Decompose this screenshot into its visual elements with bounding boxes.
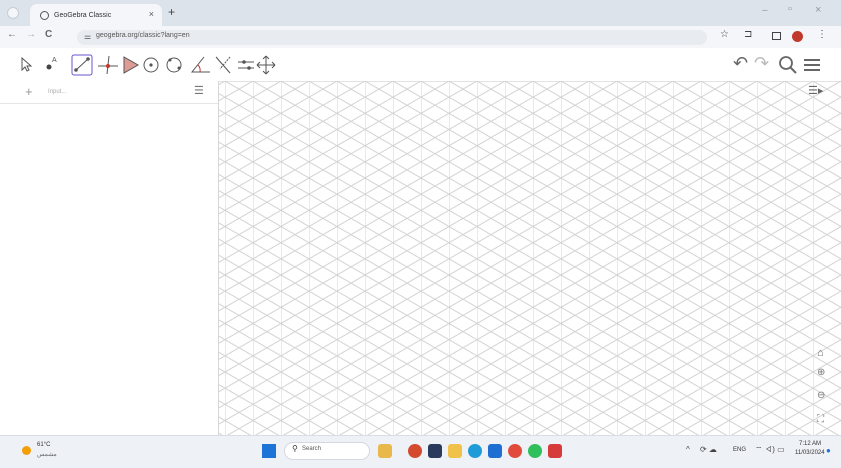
notification-bell-icon[interactable]: ● [826, 446, 831, 455]
taskbar-store-icon[interactable] [428, 444, 442, 458]
isometric-grid [219, 81, 841, 435]
weather-temperature[interactable]: 61°C [37, 442, 50, 448]
line-tool-icon[interactable] [71, 54, 93, 76]
point-tool-icon[interactable]: A [46, 57, 58, 70]
taskbar-file-explorer-icon[interactable] [448, 444, 462, 458]
search-icon[interactable] [778, 55, 798, 75]
taskbar-chrome-icon[interactable] [508, 444, 522, 458]
new-tab-button[interactable]: + [168, 5, 175, 19]
svg-text:A: A [52, 57, 57, 64]
fullscreen-icon[interactable]: ⛶ [817, 414, 824, 425]
algebra-input-field[interactable]: Input... [48, 89, 66, 95]
reading-list-icon[interactable] [772, 32, 781, 40]
profile-avatar[interactable] [792, 31, 803, 42]
windows-start-icon[interactable] [262, 444, 276, 458]
site-info-icon[interactable]: ⚌ [84, 32, 91, 41]
redo-icon[interactable]: ↷ [754, 53, 769, 74]
graphics-view[interactable] [219, 81, 841, 435]
back-button[interactable]: ← [7, 29, 17, 40]
algebra-view [0, 81, 219, 435]
clock-time[interactable]: 7:12 AM [799, 441, 821, 447]
network-volume-battery-icons[interactable]: ⌔ ◃) ▭ [755, 445, 785, 455]
tab-list-button[interactable] [7, 7, 19, 19]
graphics-style-bar-icon[interactable]: ☰▸ [808, 84, 823, 97]
angle-tool-icon[interactable] [190, 56, 210, 73]
tab-title: GeoGebra Classic [54, 11, 112, 19]
tray-icons[interactable]: ⟳ ☁ [700, 445, 717, 454]
weather-condition: مشمس [37, 452, 57, 458]
zoom-out-icon[interactable]: ⊖ [817, 390, 825, 401]
circle-3pt-tool-icon[interactable] [166, 57, 182, 73]
maximize-button[interactable]: ▫ [788, 3, 792, 15]
tray-overflow-icon[interactable]: ^ [686, 445, 690, 454]
main-menu-icon[interactable] [803, 57, 821, 73]
geogebra-favicon-icon [40, 10, 49, 20]
undo-icon[interactable]: ↶ [733, 53, 748, 74]
forward-button[interactable]: → [26, 29, 36, 40]
add-item-icon[interactable]: + [25, 84, 33, 99]
input-language[interactable]: ENG [733, 447, 746, 453]
reflect-tool-icon[interactable] [215, 56, 231, 74]
move-tool-icon[interactable] [21, 56, 33, 72]
home-icon[interactable]: ⌂ [817, 347, 824, 359]
url-text[interactable]: geogebra.org/classic?lang=en [96, 32, 190, 39]
circle-tool-icon[interactable] [143, 57, 159, 73]
move-graphics-tool-icon[interactable] [256, 55, 276, 75]
taskbar-widgets-icon[interactable] [378, 444, 392, 458]
clock-date[interactable]: 11/03/2024 [795, 450, 825, 456]
taskbar-search-icon: ⚲ [292, 444, 298, 453]
taskbar-pdf-icon[interactable] [548, 444, 562, 458]
tab-close-button[interactable]: × [149, 9, 154, 19]
taskbar-app-icon[interactable] [408, 444, 422, 458]
extension-icon[interactable]: ⊐ [744, 29, 752, 40]
close-window-button[interactable]: × [815, 4, 821, 16]
algebra-input-row [0, 81, 218, 104]
reload-button[interactable]: C [45, 29, 52, 40]
zoom-in-icon[interactable]: ⊕ [817, 367, 825, 378]
browser-menu-icon[interactable]: ⋮ [817, 29, 827, 40]
tool-icons-group: A [21, 54, 276, 76]
taskbar-search-label[interactable]: Search [302, 446, 321, 452]
weather-sun-icon[interactable] [22, 446, 31, 455]
slider-tool-icon[interactable] [238, 60, 254, 70]
taskbar-store-app-icon[interactable] [488, 444, 502, 458]
taskbar-edge-icon[interactable] [468, 444, 482, 458]
browser-tab-geogebra[interactable]: GeoGebra Classic × [30, 4, 162, 26]
taskbar-whatsapp-icon[interactable] [528, 444, 542, 458]
polygon-tool-icon[interactable] [123, 56, 140, 74]
minimize-button[interactable]: – [762, 5, 768, 16]
perpendicular-tool-icon[interactable] [98, 55, 118, 75]
bookmark-star-icon[interactable]: ☆ [720, 29, 729, 40]
algebra-view-menu-icon[interactable]: ☰ [194, 84, 204, 97]
